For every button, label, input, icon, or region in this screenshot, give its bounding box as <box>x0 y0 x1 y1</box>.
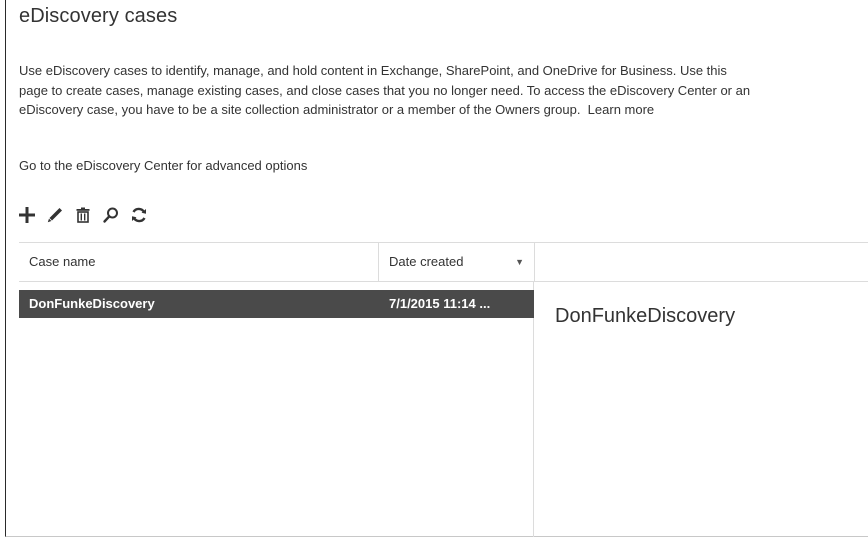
row-case-name: DonFunkeDiscovery <box>29 296 155 311</box>
toolbar <box>17 202 149 228</box>
column-divider <box>534 242 535 282</box>
edit-button[interactable] <box>45 204 65 226</box>
column-header-date-label: Date created <box>389 254 464 269</box>
description-line-3-text: eDiscovery case, you have to be a site c… <box>19 102 581 117</box>
description-line-1: Use eDiscovery cases to identify, manage… <box>19 63 727 78</box>
add-button[interactable] <box>17 204 37 226</box>
delete-icon <box>76 207 90 223</box>
sort-descending-icon[interactable]: ▼ <box>515 242 524 282</box>
details-pane-title: DonFunkeDiscovery <box>555 305 736 327</box>
description-line-2: page to create cases, manage existing ca… <box>19 82 751 98</box>
learn-more-link[interactable]: Learn more <box>588 102 654 117</box>
refresh-button[interactable] <box>129 204 149 226</box>
edit-icon <box>47 208 62 223</box>
page-description: Use eDiscovery cases to identify, manage… <box>19 61 868 120</box>
search-icon <box>103 207 118 223</box>
table-row[interactable]: DonFunkeDiscovery 7/1/2015 11:14 ... <box>19 290 534 318</box>
ediscovery-center-link[interactable]: Go to the eDiscovery Center for advanced… <box>19 158 307 173</box>
delete-button[interactable] <box>73 204 93 226</box>
description-line-3: eDiscovery case, you have to be a site c… <box>19 100 868 120</box>
column-header-case-name[interactable]: Case name <box>19 242 95 282</box>
case-list <box>19 282 534 537</box>
page-title: eDiscovery cases <box>19 5 178 27</box>
column-header-date-created[interactable]: Date created ▼ <box>379 242 534 282</box>
refresh-icon <box>132 207 146 223</box>
row-date-created: 7/1/2015 11:14 ... <box>389 296 491 311</box>
add-icon <box>19 207 35 223</box>
search-button[interactable] <box>101 204 121 226</box>
